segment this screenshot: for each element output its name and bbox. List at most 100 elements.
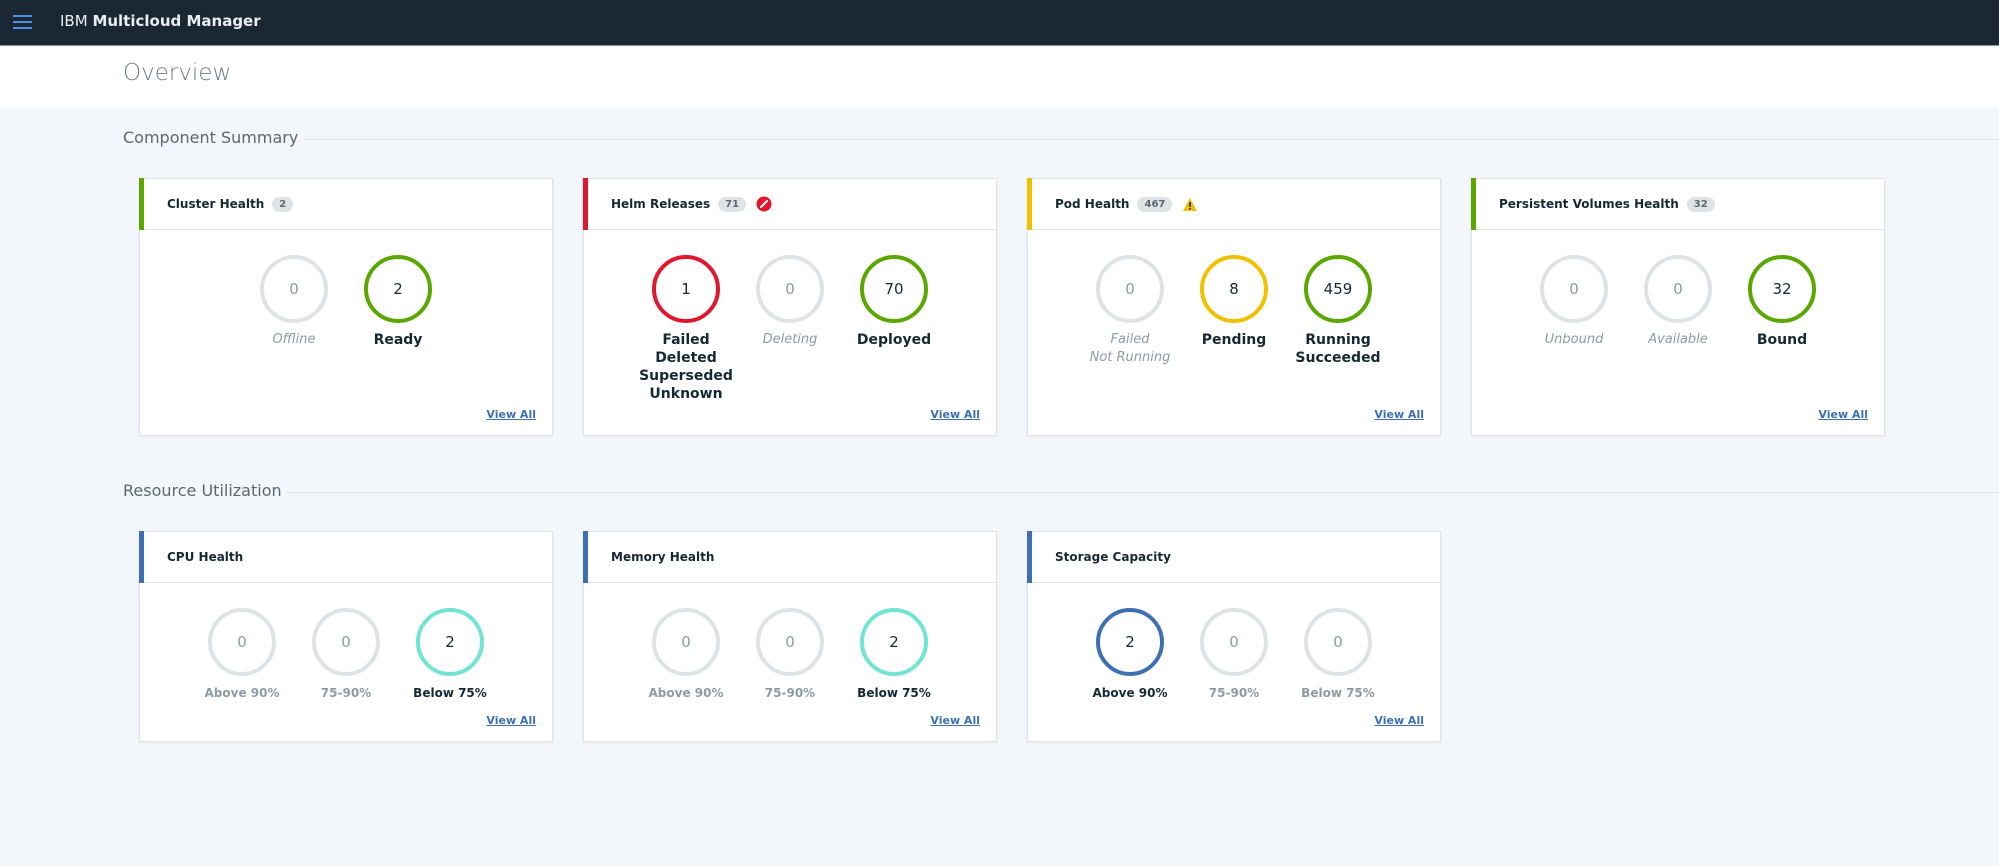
status-label: Below 75% [857, 686, 931, 700]
status-count-ring: 0 [756, 255, 824, 323]
warning-icon [1182, 197, 1198, 212]
card-cpu-health: CPU Health 0 Above 90% 0 75-90% 2 Below 75% Vie… [139, 531, 553, 742]
status-count-ring: 1 [652, 255, 720, 323]
view-all-link[interactable]: View All [930, 714, 980, 727]
status-item[interactable]: 32 Bound [1747, 255, 1817, 349]
status-summary: 2 Above 90% 0 75-90% 0 Below 75% [1028, 583, 1440, 702]
card-header: Helm Releases 71 [583, 178, 996, 230]
status-count-ring: 0 [1540, 255, 1608, 323]
status-item[interactable]: 0 Unbound [1539, 255, 1609, 349]
status-item[interactable]: 8 Pending [1199, 255, 1269, 367]
app-brand: IBM Multicloud Manager [60, 12, 261, 30]
status-count-ring: 8 [1200, 255, 1268, 323]
section-divider [287, 492, 1999, 493]
section-divider [302, 139, 1999, 140]
view-all-link[interactable]: View All [486, 714, 536, 727]
status-count-ring: 0 [312, 608, 380, 676]
status-item[interactable]: 0 Below 75% [1301, 608, 1375, 702]
status-item[interactable]: 0 Above 90% [205, 608, 279, 702]
status-summary: 0 Above 90% 0 75-90% 2 Below 75% [584, 583, 996, 702]
status-count-ring: 2 [416, 608, 484, 676]
status-count-ring: 0 [1200, 608, 1268, 676]
status-count-ring: 0 [652, 608, 720, 676]
card-cluster-health: Cluster Health 2 0 Offline 2 Ready View All [139, 178, 553, 436]
status-item[interactable]: 0 75-90% [1199, 608, 1269, 702]
status-summary: 0 Unbound 0 Available 32 Bound [1472, 230, 1884, 349]
card-title: Storage Capacity [1055, 550, 1171, 564]
status-count-ring: 0 [208, 608, 276, 676]
status-label: Ready [373, 332, 423, 348]
count-badge: 32 [1686, 196, 1715, 212]
card-accent-bar [1471, 178, 1476, 230]
card-title: Pod Health [1055, 197, 1130, 211]
card-header: Memory Health [583, 531, 996, 583]
status-item[interactable]: 0 Failed Not Running [1090, 255, 1170, 367]
count-badge: 71 [718, 196, 747, 212]
card-accent-bar [1027, 531, 1032, 583]
status-item[interactable]: 0 75-90% [755, 608, 825, 702]
card-pod-health: Pod Health 467 0 Failed Not Running 8 Pending… [1027, 178, 1441, 436]
status-label: Bound [1756, 332, 1808, 348]
card-accent-bar [583, 178, 588, 230]
view-all-link[interactable]: View All [1374, 714, 1424, 727]
hamburger-menu-icon[interactable] [13, 15, 32, 29]
status-label: Deployed [856, 332, 932, 348]
card-header: Persistent Volumes Health 32 [1471, 178, 1884, 230]
view-all-link[interactable]: View All [1374, 408, 1424, 421]
status-item[interactable]: 0 Above 90% [649, 608, 723, 702]
view-all-link[interactable]: View All [1818, 408, 1868, 421]
card-title: Persistent Volumes Health [1499, 197, 1679, 211]
status-item[interactable]: 2 Below 75% [857, 608, 931, 702]
card-title: Cluster Health [167, 197, 265, 211]
card-title: CPU Health [167, 550, 244, 564]
count-badge: 2 [272, 196, 294, 212]
card-header: CPU Health [139, 531, 552, 583]
card-title: Helm Releases [611, 197, 711, 211]
error-icon [756, 196, 772, 212]
status-label: Below 75% [1301, 686, 1375, 700]
card-persistent-volumes-health: Persistent Volumes Health 32 0 Unbound 0 Avai… [1471, 178, 1885, 436]
status-item[interactable]: 1 Failed Deleted Superseded Unknown [639, 255, 733, 403]
status-label: Below 75% [413, 686, 487, 700]
page-header: Overview [0, 47, 1999, 107]
status-summary: 0 Failed Not Running 8 Pending 459 Running Su… [1028, 230, 1440, 367]
brand-name: Multicloud Manager [92, 12, 261, 30]
count-badge: 467 [1137, 196, 1173, 212]
status-label: Running Succeeded [1295, 332, 1381, 366]
card-accent-bar [583, 531, 588, 583]
status-count-ring: 0 [1644, 255, 1712, 323]
status-item[interactable]: 0 Deleting [755, 255, 825, 403]
status-count-ring: 0 [756, 608, 824, 676]
status-summary: 1 Failed Deleted Superseded Unknown 0 Delet… [584, 230, 996, 403]
status-item[interactable]: 2 Below 75% [413, 608, 487, 702]
card-helm-releases: Helm Releases 71 1 Failed Deleted Supersede… [583, 178, 997, 436]
status-item[interactable]: 459 Running Succeeded [1295, 255, 1381, 367]
status-item[interactable]: 2 Above 90% [1093, 608, 1167, 702]
status-item[interactable]: 2 Ready [363, 255, 433, 349]
card-storage-capacity: Storage Capacity 2 Above 90% 0 75-90% 0 Below … [1027, 531, 1441, 742]
status-item[interactable]: 0 75-90% [311, 608, 381, 702]
status-count-ring: 459 [1304, 255, 1372, 323]
card-header: Storage Capacity [1027, 531, 1440, 583]
status-item[interactable]: 0 Offline [259, 255, 329, 349]
status-summary: 0 Above 90% 0 75-90% 2 Below 75% [140, 583, 552, 702]
view-all-link[interactable]: View All [930, 408, 980, 421]
status-count-ring: 70 [860, 255, 928, 323]
status-count-ring: 2 [1096, 608, 1164, 676]
status-item[interactable]: 0 Available [1643, 255, 1713, 349]
card-title: Memory Health [611, 550, 715, 564]
status-item[interactable]: 70 Deployed [857, 255, 931, 403]
status-count-ring: 2 [364, 255, 432, 323]
status-count-ring: 0 [1096, 255, 1164, 323]
card-accent-bar [139, 531, 144, 583]
card-accent-bar [1027, 178, 1032, 230]
view-all-link[interactable]: View All [486, 408, 536, 421]
brand-prefix: IBM [60, 12, 88, 30]
card-accent-bar [139, 178, 144, 230]
status-count-ring: 0 [260, 255, 328, 323]
card-memory-health: Memory Health 0 Above 90% 0 75-90% 2 Below 75%… [583, 531, 997, 742]
page-title: Overview [123, 60, 232, 86]
card-header: Cluster Health 2 [139, 178, 552, 230]
section-title-component-summary: Component Summary [123, 128, 299, 147]
card-header: Pod Health 467 [1027, 178, 1440, 230]
